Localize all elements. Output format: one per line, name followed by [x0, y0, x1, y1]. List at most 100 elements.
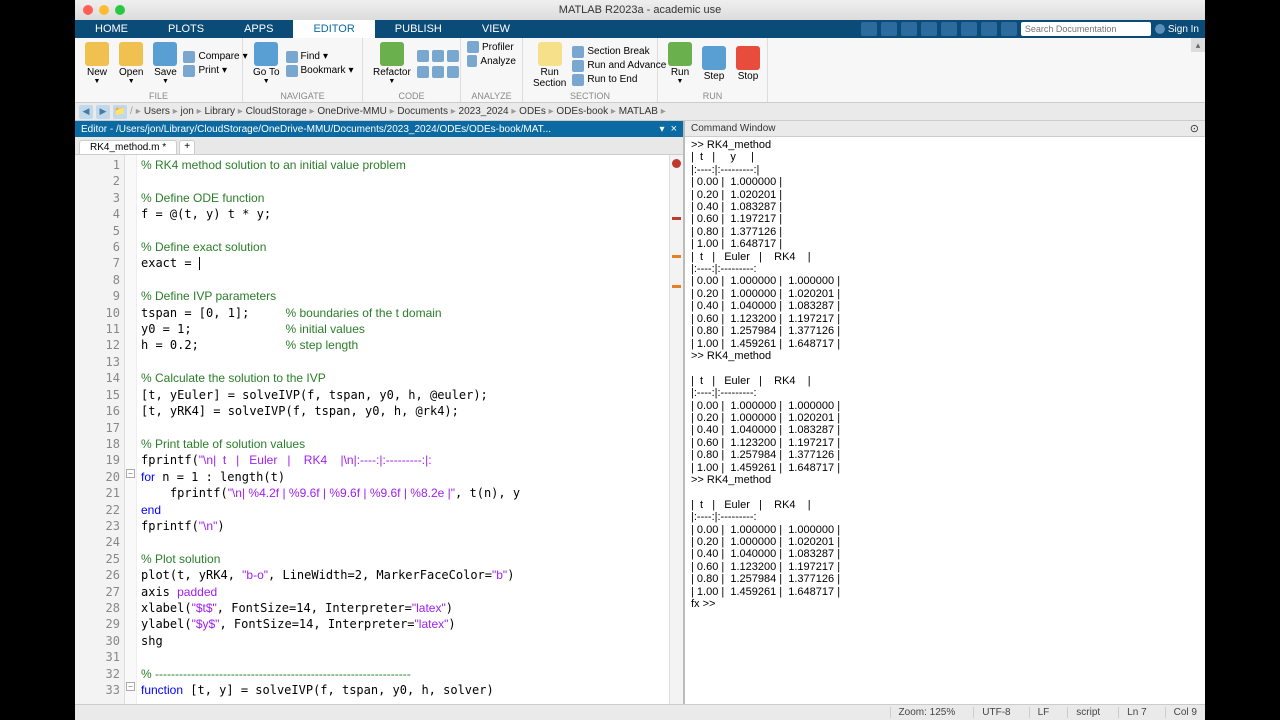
help-icon[interactable] — [1001, 22, 1017, 36]
command-output[interactable]: >> RK4_method | t | y | |:----:|:-------… — [685, 137, 1205, 704]
forward-icon[interactable]: ▶ — [96, 105, 110, 119]
breadcrumb-item[interactable]: ODEs — [519, 106, 546, 117]
compare-button[interactable]: Compare ▾ — [183, 50, 247, 64]
qa-icon[interactable] — [921, 22, 937, 36]
close-icon[interactable]: × — [671, 123, 677, 135]
status-line: Ln 7 — [1118, 707, 1146, 718]
status-encoding[interactable]: UTF-8 — [973, 707, 1010, 718]
chevron-right-icon: ▸ — [448, 106, 459, 117]
section-break-button[interactable]: Section Break — [572, 45, 666, 59]
group-label: SECTION — [570, 91, 610, 101]
breadcrumb-item[interactable]: Library — [204, 106, 235, 117]
breadcrumb-item[interactable]: 2023_2024 — [459, 106, 509, 117]
ribbon: New▼ Open▼ Save▼ Compare ▾ Print ▾ FILE … — [75, 38, 1205, 103]
fold-icon[interactable]: − — [126, 682, 135, 691]
back-icon[interactable]: ◀ — [79, 105, 93, 119]
new-button[interactable]: New▼ — [81, 40, 113, 87]
find-button[interactable]: Find ▾ — [286, 50, 354, 64]
status-col: Col 9 — [1165, 707, 1197, 718]
fold-icon[interactable]: − — [126, 469, 135, 478]
breadcrumb-item[interactable]: CloudStorage — [246, 106, 307, 117]
qa-icon[interactable] — [941, 22, 957, 36]
qa-icon[interactable] — [881, 22, 897, 36]
close-icon[interactable] — [83, 5, 93, 15]
code-icon[interactable] — [417, 65, 459, 79]
fold-gutter: − − — [125, 155, 137, 704]
analyze-button[interactable]: Analyze — [467, 54, 516, 68]
main-tabs: HOME PLOTS APPS EDITOR PUBLISH VIEW Sign… — [75, 20, 1205, 38]
editor-body[interactable]: 1234567891011121314151617181920212223242… — [75, 155, 683, 704]
error-mark[interactable] — [672, 217, 681, 220]
group-label: CODE — [398, 91, 424, 101]
warning-mark[interactable] — [672, 285, 681, 288]
run-section-button[interactable]: Run Section — [529, 40, 570, 91]
pane-menu-icon[interactable]: ⊙ — [1190, 122, 1199, 135]
folder-icon[interactable]: 📁 — [113, 105, 127, 119]
traffic-lights — [83, 5, 125, 15]
code-area[interactable]: % RK4 method solution to an initial valu… — [137, 155, 669, 704]
chevron-right-icon: ▸ — [608, 106, 619, 117]
open-button[interactable]: Open▼ — [115, 40, 147, 87]
editor-path: Editor - /Users/jon/Library/CloudStorage… — [81, 124, 551, 135]
refactor-button[interactable]: Refactor▼ — [369, 40, 415, 87]
profiler-button[interactable]: Profiler — [467, 40, 516, 54]
line-gutter: 1234567891011121314151617181920212223242… — [75, 155, 125, 704]
breadcrumb-item[interactable]: OneDrive-MMU — [317, 106, 386, 117]
run-advance-button[interactable]: Run and Advance — [572, 59, 666, 73]
error-icon[interactable] — [672, 159, 681, 168]
breadcrumb-item[interactable]: Documents — [397, 106, 448, 117]
chevron-right-icon: ▸ — [194, 106, 205, 117]
command-prompt[interactable]: fx >> — [691, 598, 715, 610]
titlebar: MATLAB R2023a - academic use — [75, 0, 1205, 20]
group-label: ANALYZE — [471, 91, 511, 101]
status-zoom[interactable]: Zoom: 125% — [890, 707, 956, 718]
tab-publish[interactable]: PUBLISH — [375, 20, 462, 38]
file-tabs: RK4_method.m * + — [75, 137, 683, 155]
chevron-right-icon: ▸ — [170, 106, 181, 117]
search-input[interactable] — [1021, 22, 1151, 36]
step-button[interactable]: Step — [698, 40, 730, 87]
qa-icon[interactable] — [961, 22, 977, 36]
group-label: NAVIGATE — [280, 91, 324, 101]
qa-icon[interactable] — [901, 22, 917, 36]
chevron-right-icon: ▸ — [307, 106, 318, 117]
add-tab-button[interactable]: + — [179, 140, 195, 154]
run-end-button[interactable]: Run to End — [572, 73, 666, 87]
command-header: Command Window ⊙ — [685, 121, 1205, 137]
statusbar: Zoom: 125% UTF-8 LF script Ln 7 Col 9 — [75, 704, 1205, 720]
tab-plots[interactable]: PLOTS — [148, 20, 224, 38]
stop-button[interactable]: Stop — [732, 40, 764, 87]
warning-mark[interactable] — [672, 255, 681, 258]
chevron-right-icon: ▸ — [387, 106, 398, 117]
tab-apps[interactable]: APPS — [224, 20, 293, 38]
code-icon[interactable] — [417, 49, 459, 63]
chevron-right-icon: ▸ — [658, 106, 666, 117]
ribbon-collapse-icon[interactable]: ▴ — [1191, 38, 1205, 52]
file-tab[interactable]: RK4_method.m * — [79, 140, 177, 154]
minimize-icon[interactable] — [99, 5, 109, 15]
run-button[interactable]: Run▼ — [664, 40, 696, 87]
signin-button[interactable]: Sign In — [1155, 24, 1199, 35]
breadcrumb-item[interactable]: ODEs-book — [556, 106, 608, 117]
breadcrumb-item[interactable]: Users — [144, 106, 170, 117]
editor-pane: Editor - /Users/jon/Library/CloudStorage… — [75, 121, 685, 704]
status-lineend[interactable]: LF — [1029, 707, 1050, 718]
print-button[interactable]: Print ▾ — [183, 64, 247, 78]
qa-icon[interactable] — [861, 22, 877, 36]
maximize-icon[interactable] — [115, 5, 125, 15]
save-button[interactable]: Save▼ — [149, 40, 181, 87]
path-bar: ◀ ▶ 📁 /▸ Users ▸ jon ▸ Library ▸ CloudSt… — [75, 103, 1205, 121]
goto-button[interactable]: Go To▼ — [249, 40, 284, 87]
breadcrumb-item[interactable]: MATLAB — [619, 106, 658, 117]
breadcrumb-item[interactable]: jon — [181, 106, 194, 117]
chevron-right-icon: ▸ — [546, 106, 557, 117]
dropdown-icon[interactable]: ▾ — [660, 124, 665, 135]
bookmark-button[interactable]: Bookmark ▾ — [286, 64, 354, 78]
tab-home[interactable]: HOME — [75, 20, 148, 38]
workspace: Editor - /Users/jon/Library/CloudStorage… — [75, 121, 1205, 704]
chevron-right-icon: ▸ — [509, 106, 520, 117]
status-type: script — [1067, 707, 1100, 718]
qa-icon[interactable] — [981, 22, 997, 36]
tab-editor[interactable]: EDITOR — [293, 20, 374, 38]
tab-view[interactable]: VIEW — [462, 20, 530, 38]
